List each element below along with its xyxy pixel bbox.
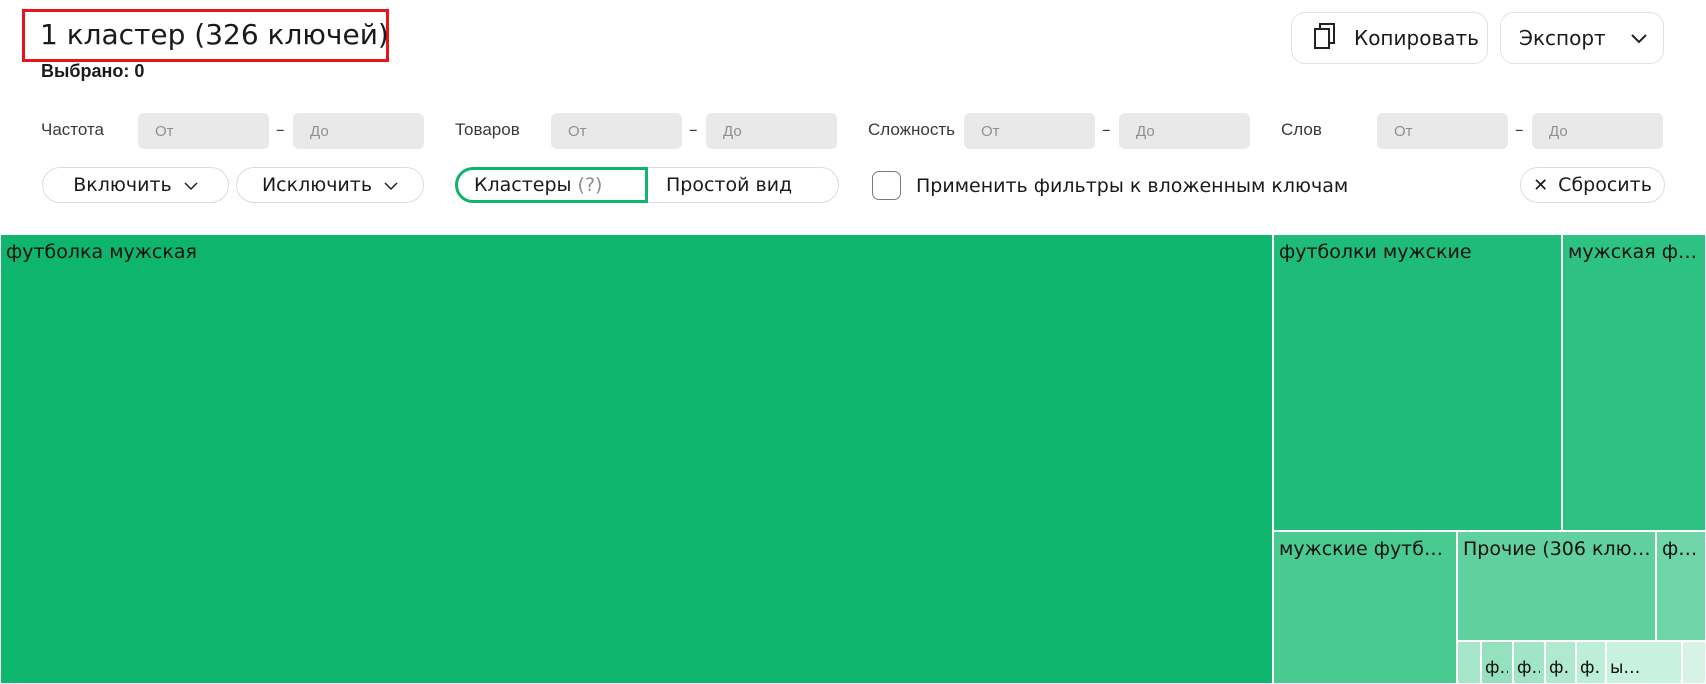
treemap-tile[interactable]: мужская фут…: [1562, 234, 1706, 531]
exclude-label: Исключить: [261, 174, 373, 196]
treemap-tile[interactable]: [1457, 641, 1481, 684]
tile-label: ы…: [1610, 658, 1641, 678]
filter-label-difficulty: Сложность: [868, 120, 956, 139]
treemap-tile[interactable]: футболки мужские: [1273, 234, 1562, 531]
treemap-tile[interactable]: ф…: [1481, 641, 1513, 684]
exclude-dropdown[interactable]: Исключить: [236, 167, 424, 203]
tile-label: Прочие (306 ключ…: [1463, 538, 1651, 560]
copy-label: Копировать: [1354, 26, 1479, 50]
include-label: Включить: [73, 174, 172, 196]
apply-nested-label[interactable]: Применить фильтры к вложенным ключам: [916, 175, 1348, 197]
copy-button[interactable]: Копировать: [1291, 12, 1488, 64]
tile-label: ф…: [1517, 658, 1540, 678]
filter-label-frequency: Частота: [41, 120, 105, 139]
difficulty-to-input[interactable]: [1119, 113, 1250, 149]
treemap-tile[interactable]: Прочие (306 ключ…: [1457, 531, 1656, 641]
chevron-down-icon: [1630, 26, 1648, 50]
export-label: Экспорт: [1519, 26, 1606, 50]
words-from-input[interactable]: [1377, 113, 1508, 149]
view-clusters-label: Кластеры: [474, 174, 572, 196]
filter-label-words: Слов: [1281, 120, 1322, 139]
treemap-tile[interactable]: ф…: [1545, 641, 1576, 684]
difficulty-from-input[interactable]: [964, 113, 1095, 149]
treemap-tile[interactable]: мужские футбол…: [1273, 531, 1457, 684]
range-dash: –: [276, 120, 285, 140]
chevron-down-icon: [384, 174, 398, 196]
range-dash: –: [1515, 120, 1524, 140]
cluster-count-title: 1 кластер (326 ключей): [22, 9, 389, 62]
chevron-down-icon: [184, 174, 198, 196]
frequency-to-input[interactable]: [293, 113, 424, 149]
treemap-tile[interactable]: [1682, 641, 1706, 684]
treemap-tile[interactable]: фу…: [1656, 531, 1706, 641]
tile-label: футболки мужские: [1279, 241, 1472, 263]
view-simple-label: Простой вид: [666, 174, 793, 196]
selected-count: Выбрано: 0: [41, 61, 145, 81]
tile-label: мужская фут…: [1568, 241, 1701, 263]
include-dropdown[interactable]: Включить: [42, 167, 229, 203]
products-from-input[interactable]: [551, 113, 682, 149]
cluster-treemap: футболка мужская футболки мужские мужска…: [0, 234, 1706, 684]
tile-label: футболка мужская: [6, 241, 197, 263]
tile-label: ф…: [1549, 658, 1571, 678]
filter-label-products: Товаров: [455, 120, 520, 139]
frequency-from-input[interactable]: [138, 113, 269, 149]
products-to-input[interactable]: [706, 113, 837, 149]
tile-label: ф…: [1580, 658, 1601, 678]
range-dash: –: [689, 120, 698, 140]
tile-label: ф…: [1485, 658, 1508, 678]
treemap-tile[interactable]: футболка мужская: [0, 234, 1273, 684]
treemap-tile[interactable]: ы…: [1606, 641, 1682, 684]
range-dash: –: [1102, 120, 1111, 140]
copy-icon: [1314, 22, 1336, 55]
view-simple-tab[interactable]: Простой вид: [650, 167, 838, 203]
tile-label: фу…: [1662, 538, 1701, 560]
view-clusters-tab[interactable]: Кластеры (?): [455, 167, 648, 203]
tile-label: мужские футбол…: [1279, 538, 1452, 560]
treemap-tile[interactable]: ф…: [1513, 641, 1545, 684]
reset-label: Сбросить: [1558, 174, 1652, 196]
apply-nested-checkbox[interactable]: [872, 171, 901, 200]
help-hint[interactable]: (?): [578, 174, 603, 196]
export-dropdown[interactable]: Экспорт: [1500, 12, 1664, 64]
words-to-input[interactable]: [1532, 113, 1663, 149]
treemap-tile[interactable]: ф…: [1576, 641, 1606, 684]
close-icon: ✕: [1533, 174, 1549, 196]
reset-button[interactable]: ✕ Сбросить: [1520, 167, 1665, 203]
